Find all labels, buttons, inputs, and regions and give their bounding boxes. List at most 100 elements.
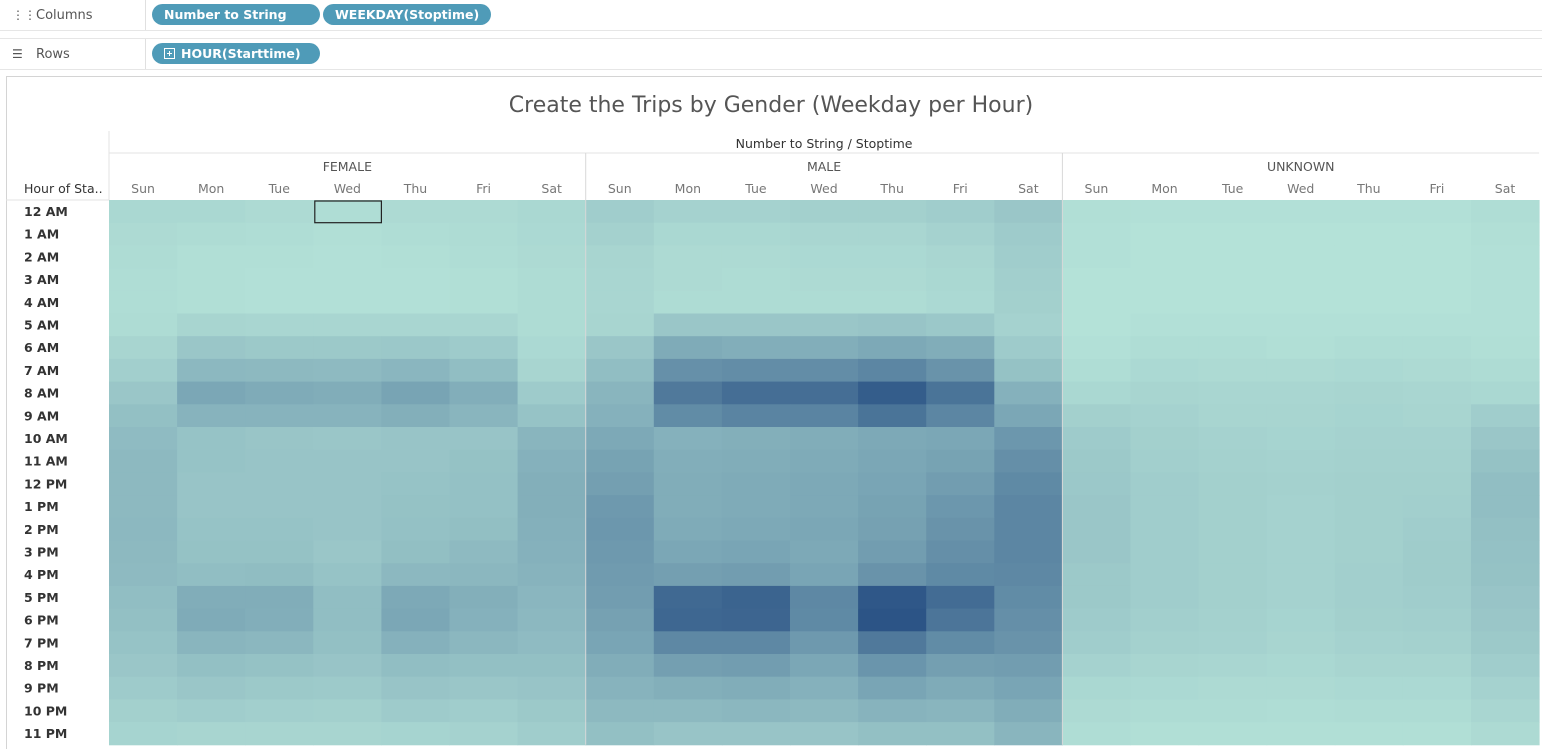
heatmap-cell (313, 449, 382, 473)
day-header: Tue (268, 181, 291, 196)
heatmap-cell (313, 358, 382, 383)
heatmap-cell (1198, 472, 1268, 496)
heatmap-cell (926, 495, 995, 519)
heatmap-cell (790, 699, 859, 723)
heatmap-cell (1062, 540, 1131, 564)
heatmap-cell (1198, 722, 1268, 746)
heatmap-cell (177, 563, 246, 587)
heatmap-cell (381, 517, 450, 541)
heatmap-cell (1402, 245, 1472, 269)
heatmap-cell (381, 200, 450, 224)
heatmap-cell (1130, 517, 1200, 541)
heatmap-cell (994, 313, 1063, 337)
heatmap-cell (585, 313, 655, 337)
heatmap-cell (721, 449, 791, 473)
heatmap-cell (790, 381, 859, 405)
heatmap-cell (1334, 676, 1404, 700)
heatmap-cell (858, 200, 927, 224)
heatmap-cell (1130, 336, 1200, 360)
heatmap-cell (1266, 449, 1336, 473)
heatmap-cell (1471, 608, 1540, 632)
heatmap-cell (449, 585, 519, 610)
heatmap-cell (109, 608, 178, 632)
heatmap-cell (790, 517, 859, 541)
heatmap-cell (1402, 585, 1472, 610)
heatmap-cell (790, 654, 859, 678)
heatmap-cell (1471, 336, 1540, 360)
heatmap-cell (1334, 200, 1404, 224)
heatmap-cell (1471, 268, 1540, 292)
heatmap-cell (1402, 404, 1472, 428)
heatmap-cell (517, 517, 587, 541)
heatmap-cell (1198, 427, 1268, 451)
heatmap-cell (381, 699, 450, 723)
heatmap-cell (245, 517, 314, 541)
heatmap-cell (858, 563, 927, 587)
heatmap-cell (653, 472, 723, 496)
heatmap-cell (994, 200, 1063, 224)
heatmap-cell (313, 585, 382, 610)
heatmap-cell (790, 608, 859, 632)
heatmap-cell (449, 200, 519, 224)
heatmap-cell (1198, 381, 1268, 405)
heatmap-cell (245, 427, 314, 451)
column-header-title: Number to String / Stoptime (736, 136, 913, 151)
heatmap-cell (1334, 245, 1404, 269)
heatmap-cell (313, 699, 382, 723)
heatmap-cell (1198, 676, 1268, 700)
heatmap-cell (449, 268, 519, 292)
heatmap-cell (585, 517, 655, 541)
heatmap-cell (177, 699, 246, 723)
heatmap-cell (926, 404, 995, 428)
heatmap-cell (1266, 222, 1336, 246)
heatmap-cell (313, 290, 382, 314)
hour-label: 5 AM (24, 318, 59, 333)
heatmap-cell (517, 654, 587, 678)
heatmap-cell (585, 676, 655, 700)
heatmap-cell (313, 654, 382, 678)
heatmap-cell (1198, 563, 1268, 587)
heatmap-cell (449, 563, 519, 587)
heatmap-cell (1471, 563, 1540, 587)
heatmap-cell (1062, 200, 1131, 224)
heatmap-cell (245, 290, 314, 314)
heatmap-cell (721, 200, 791, 224)
heatmap-cell (1471, 222, 1540, 246)
heatmap-cell (1334, 472, 1404, 496)
heatmap-cell (994, 495, 1063, 519)
heatmap-cell (1334, 608, 1404, 632)
heatmap-cell (245, 245, 314, 269)
heatmap-cell (721, 222, 791, 246)
heatmap-cell (653, 517, 723, 541)
heatmap-cell (177, 427, 246, 451)
heatmap-cell (721, 631, 791, 655)
heatmap-cell (449, 699, 519, 723)
heatmap-cell (1062, 358, 1131, 383)
heatmap-cell (585, 381, 655, 405)
heatmap-cell (1062, 608, 1131, 632)
heatmap-cell (585, 472, 655, 496)
heatmap-cell (721, 313, 791, 337)
heatmap-cell (926, 540, 995, 564)
heatmap-cell (1402, 222, 1472, 246)
heatmap-cell (449, 517, 519, 541)
row-header-title: Hour of Sta.. (24, 181, 103, 196)
day-header: Wed (334, 181, 361, 196)
heatmap-cell (1334, 290, 1404, 314)
heatmap-cell (1334, 222, 1404, 246)
heatmap-cell (1266, 676, 1336, 700)
heatmap-cell (313, 336, 382, 360)
heatmap-cell (926, 290, 995, 314)
heatmap-cell (1266, 245, 1336, 269)
heatmap-cell (381, 381, 450, 405)
heatmap-cell (517, 268, 587, 292)
heatmap-cell (517, 245, 587, 269)
heatmap-cell (1402, 631, 1472, 655)
heatmap-cell (245, 563, 314, 587)
heatmap-cell (1266, 381, 1336, 405)
day-header: Thu (1356, 181, 1380, 196)
heatmap-cell (313, 517, 382, 541)
day-header: Sun (608, 181, 632, 196)
day-header: Thu (879, 181, 903, 196)
heatmap-cell (1062, 517, 1131, 541)
